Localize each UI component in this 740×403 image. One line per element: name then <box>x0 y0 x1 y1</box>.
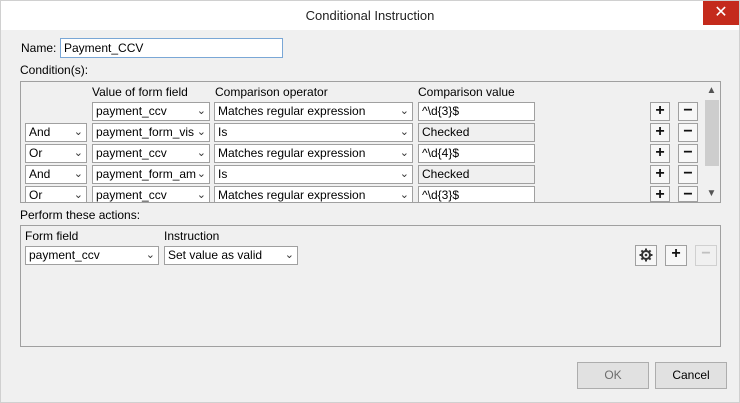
chevron-down-icon: ⌄ <box>399 168 409 180</box>
chevron-down-icon: ⌄ <box>196 105 206 117</box>
add-condition-button[interactable]: + <box>650 123 670 142</box>
gear-icon <box>639 248 653 262</box>
chevron-down-icon: ⌄ <box>399 126 409 138</box>
dialog-window: Conditional Instruction ✕ Name: Payment_… <box>0 0 740 403</box>
chevron-down-icon: ⌄ <box>399 189 409 201</box>
join-select[interactable]: Or ⌄ <box>25 186 87 202</box>
plus-icon: + <box>655 102 665 119</box>
title-bar: Conditional Instruction ✕ <box>1 1 739 30</box>
chevron-down-icon: ⌄ <box>399 147 409 159</box>
plus-icon: + <box>655 123 665 140</box>
chevron-down-icon: ⌄ <box>73 147 83 159</box>
conditions-scrollbar[interactable]: ▲ ▼ <box>703 82 720 202</box>
field-select[interactable]: payment_ccv ⌄ <box>92 102 210 121</box>
minus-icon: − <box>701 245 711 262</box>
scroll-thumb[interactable] <box>705 100 719 166</box>
minus-icon: − <box>683 144 693 161</box>
add-condition-button[interactable]: + <box>650 144 670 163</box>
plus-icon: + <box>655 144 665 161</box>
chevron-down-icon: ⌄ <box>196 189 206 201</box>
operator-select[interactable]: Is ⌄ <box>214 123 413 142</box>
header-comparison-value: Comparison value <box>418 85 515 99</box>
ok-button[interactable]: OK <box>577 362 649 389</box>
name-input[interactable]: Payment_CCV <box>60 38 283 58</box>
chevron-down-icon: ⌄ <box>196 126 206 138</box>
comparison-value-input[interactable]: ^\d{4}$ <box>418 144 535 163</box>
chevron-down-icon: ⌄ <box>196 147 206 159</box>
field-select[interactable]: payment_form_am ⌄ <box>92 165 210 184</box>
chevron-down-icon: ⌄ <box>73 126 83 138</box>
operator-select[interactable]: Matches regular expression ⌄ <box>214 144 413 163</box>
condition-row: Or ⌄ payment_ccv ⌄ Matches regular express… <box>21 144 641 165</box>
condition-row: And ⌄ payment_form_am ⌄ Is ⌄ Checked <box>21 165 641 186</box>
instruction-select[interactable]: Set value as valid ⌄ <box>164 246 298 265</box>
close-icon: ✕ <box>714 4 728 21</box>
remove-condition-button[interactable]: − <box>678 165 698 184</box>
comparison-value-input[interactable]: ^\d{3}$ <box>418 102 535 121</box>
remove-condition-button[interactable]: − <box>678 123 698 142</box>
header-instruction: Instruction <box>164 229 220 243</box>
condition-row: Or ⌄ payment_ccv ⌄ Matches regular express… <box>21 186 641 202</box>
header-comparison-operator: Comparison operator <box>215 85 328 99</box>
operator-select[interactable]: Is ⌄ <box>214 165 413 184</box>
condition-row: payment_ccv ⌄ Matches regular expression ⌄… <box>21 102 641 123</box>
operator-select[interactable]: Matches regular expression ⌄ <box>214 186 413 202</box>
remove-condition-button[interactable]: − <box>678 186 698 202</box>
join-select[interactable]: And ⌄ <box>25 123 87 142</box>
operator-select[interactable]: Matches regular expression ⌄ <box>214 102 413 121</box>
comparison-value-input[interactable]: ^\d{3}$ <box>418 186 535 202</box>
minus-icon: − <box>683 123 693 140</box>
add-action-button[interactable]: + <box>665 245 687 266</box>
field-select[interactable]: payment_ccv ⌄ <box>92 144 210 163</box>
name-label: Name: <box>21 41 57 55</box>
header-form-field: Form field <box>25 229 79 243</box>
plus-icon: + <box>671 245 681 262</box>
comparison-value-select[interactable]: Checked <box>418 165 535 184</box>
comparison-value-select[interactable]: Checked <box>418 123 535 142</box>
add-condition-button[interactable]: + <box>650 165 670 184</box>
add-condition-button[interactable]: + <box>650 102 670 121</box>
chevron-down-icon: ⌄ <box>196 168 206 180</box>
chevron-down-icon: ⌄ <box>284 249 294 261</box>
plus-icon: + <box>655 165 665 182</box>
dialog-title: Conditional Instruction <box>305 8 435 23</box>
field-select[interactable]: payment_form_vis ⌄ <box>92 123 210 142</box>
scroll-down-icon[interactable]: ▼ <box>703 185 720 202</box>
remove-condition-button[interactable]: − <box>678 102 698 121</box>
plus-icon: + <box>655 186 665 202</box>
remove-condition-button[interactable]: − <box>678 144 698 163</box>
header-form-field: Value of form field <box>92 85 188 99</box>
minus-icon: − <box>683 102 693 119</box>
condition-row: And ⌄ payment_form_vis ⌄ Is ⌄ Checked <box>21 123 641 144</box>
remove-action-button[interactable]: − <box>695 245 717 266</box>
actions-grid: Form field Instruction payment_ccv ⌄ Set … <box>20 225 721 347</box>
actions-label: Perform these actions: <box>20 208 141 222</box>
chevron-down-icon: ⌄ <box>145 249 155 261</box>
chevron-down-icon: ⌄ <box>73 168 83 180</box>
join-select[interactable]: And ⌄ <box>25 165 87 184</box>
field-select[interactable]: payment_ccv ⌄ <box>92 186 210 202</box>
add-condition-button[interactable]: + <box>650 186 670 202</box>
chevron-down-icon: ⌄ <box>399 105 409 117</box>
conditions-grid: Value of form field Comparison operator … <box>20 81 721 203</box>
action-field-select[interactable]: payment_ccv ⌄ <box>25 246 159 265</box>
close-button[interactable]: ✕ <box>703 1 739 25</box>
chevron-down-icon: ⌄ <box>73 189 83 201</box>
scroll-up-icon[interactable]: ▲ <box>703 82 720 99</box>
minus-icon: − <box>683 165 693 182</box>
conditions-label: Condition(s): <box>20 63 89 77</box>
join-select[interactable]: Or ⌄ <box>25 144 87 163</box>
instruction-settings-button[interactable] <box>635 245 657 266</box>
cancel-button[interactable]: Cancel <box>655 362 727 389</box>
minus-icon: − <box>683 186 693 202</box>
